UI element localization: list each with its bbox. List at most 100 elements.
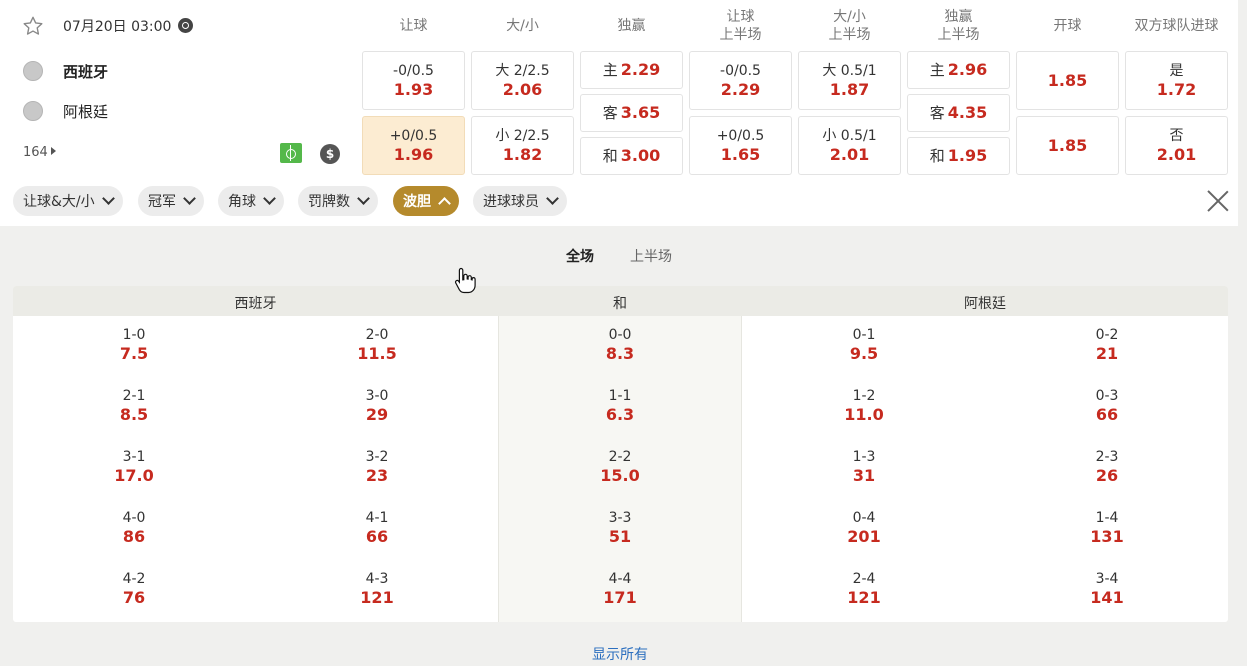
- odds-handicap-home[interactable]: -0/0.5 1.93: [362, 51, 465, 110]
- chevron-down-icon: [546, 192, 559, 205]
- score-label: 1-3: [852, 449, 876, 465]
- score-label: 2-0: [365, 327, 389, 343]
- score-label: 1-4: [1095, 510, 1119, 526]
- odds-fh-total-over[interactable]: 大 0.5/1 1.87: [798, 51, 901, 110]
- odds-moneyline-draw[interactable]: 和 3.00: [580, 137, 683, 175]
- odds-kickoff-away[interactable]: 1.85: [1016, 116, 1119, 175]
- score-cell[interactable]: 3-4 141: [1027, 570, 1187, 608]
- score-cell[interactable]: 2-2 15.0: [540, 448, 700, 486]
- score-label: 1-2: [852, 388, 876, 404]
- score-label: 4-4: [608, 571, 632, 587]
- score-cell[interactable]: 3-3 51: [540, 509, 700, 547]
- score-cell[interactable]: 2-3 26: [1027, 448, 1187, 486]
- score-label: 1-1: [608, 388, 632, 404]
- score-cell[interactable]: 1-2 11.0: [784, 387, 944, 425]
- score-label: 4-0: [122, 510, 146, 526]
- score-cell[interactable]: 0-4 201: [784, 509, 944, 547]
- score-label: 0-0: [608, 327, 632, 343]
- odds-kickoff-home[interactable]: 1.85: [1016, 51, 1119, 110]
- col-header-handicap: 让球: [399, 18, 428, 34]
- filter-champion[interactable]: 冠军: [138, 186, 204, 216]
- score-label: 4-1: [365, 510, 389, 526]
- live-stream-icon[interactable]: [178, 18, 193, 33]
- chevron-down-icon: [357, 192, 370, 205]
- odds-fh-moneyline-draw[interactable]: 和 1.95: [907, 137, 1010, 175]
- favorite-star-icon[interactable]: [22, 15, 44, 37]
- score-odds: 23: [365, 466, 389, 485]
- score-cell[interactable]: 4-1 66: [297, 509, 457, 547]
- score-odds: 11.5: [357, 344, 397, 363]
- filter-handicap-total[interactable]: 让球&大/小: [13, 186, 123, 216]
- score-cell[interactable]: 0-1 9.5: [784, 326, 944, 364]
- score-cell[interactable]: 1-0 7.5: [54, 326, 214, 364]
- score-cell[interactable]: 3-1 17.0: [54, 448, 214, 486]
- cashout-icon[interactable]: $: [320, 144, 340, 164]
- col-header-total-fh: 大/小 上半场: [828, 9, 871, 43]
- score-cell[interactable]: 1-4 131: [1027, 509, 1187, 547]
- odds-btts-yes[interactable]: 是 1.72: [1125, 51, 1228, 110]
- score-cell[interactable]: 4-2 76: [54, 570, 214, 608]
- score-odds: 26: [1095, 466, 1119, 485]
- odds-fh-moneyline-away[interactable]: 客 4.35: [907, 94, 1010, 132]
- score-cell[interactable]: 2-0 11.5: [297, 326, 457, 364]
- score-label: 3-3: [608, 510, 632, 526]
- correct-score-header: 西班牙 和 阿根廷: [13, 286, 1228, 316]
- header-away: 阿根廷: [964, 296, 1006, 312]
- score-cell[interactable]: 0-3 66: [1027, 387, 1187, 425]
- score-cell[interactable]: 2-1 8.5: [54, 387, 214, 425]
- filter-goalscorer[interactable]: 进球球员: [473, 186, 567, 216]
- score-cell[interactable]: 0-2 21: [1027, 326, 1187, 364]
- score-label: 0-1: [852, 327, 876, 343]
- score-label: 4-3: [365, 571, 389, 587]
- score-odds: 171: [603, 588, 637, 607]
- score-cell[interactable]: 4-3 121: [297, 570, 457, 608]
- odds-moneyline-home[interactable]: 主 2.29: [580, 51, 683, 89]
- score-odds: 201: [847, 527, 881, 546]
- filter-corners[interactable]: 角球: [218, 186, 284, 216]
- score-cell[interactable]: 3-2 23: [297, 448, 457, 486]
- score-cell[interactable]: 1-3 31: [784, 448, 944, 486]
- score-label: 3-0: [365, 388, 389, 404]
- score-cell[interactable]: 4-0 86: [54, 509, 214, 547]
- score-odds: 76: [122, 588, 146, 607]
- close-icon[interactable]: [1206, 189, 1230, 213]
- odds-fh-handicap-home[interactable]: -0/0.5 2.29: [689, 51, 792, 110]
- col-header-kickoff: 开球: [1053, 18, 1082, 34]
- odds-total-under[interactable]: 小 2/2.5 1.82: [471, 116, 574, 175]
- score-label: 0-3: [1095, 388, 1119, 404]
- score-cell[interactable]: 3-0 29: [297, 387, 457, 425]
- odds-total-over[interactable]: 大 2/2.5 2.06: [471, 51, 574, 110]
- score-odds: 86: [122, 527, 146, 546]
- odds-moneyline-away[interactable]: 客 3.65: [580, 94, 683, 132]
- col-header-moneyline-fh: 独赢 上半场: [937, 9, 980, 43]
- score-odds: 6.3: [605, 405, 635, 424]
- score-cell[interactable]: 4-4 171: [540, 570, 700, 608]
- filter-cards[interactable]: 罚牌数: [298, 186, 378, 216]
- tab-first-half[interactable]: 上半场: [630, 246, 672, 266]
- more-markets-link[interactable]: 164: [23, 145, 56, 160]
- tab-full-time[interactable]: 全场: [566, 246, 594, 266]
- filter-correct-score[interactable]: 波胆: [393, 186, 459, 216]
- score-odds: 29: [365, 405, 389, 424]
- score-cell[interactable]: 2-4 121: [784, 570, 944, 608]
- odds-btts-no[interactable]: 否 2.01: [1125, 116, 1228, 175]
- odds-fh-handicap-away[interactable]: +0/0.5 1.65: [689, 116, 792, 175]
- market-count: 164: [23, 145, 48, 160]
- show-all-link[interactable]: 显示所有: [0, 644, 1240, 664]
- score-cell[interactable]: 0-0 8.3: [540, 326, 700, 364]
- odds-fh-total-under[interactable]: 小 0.5/1 2.01: [798, 116, 901, 175]
- score-label: 4-2: [122, 571, 146, 587]
- score-odds: 66: [365, 527, 389, 546]
- score-label: 2-4: [852, 571, 876, 587]
- match-panel: 07月20日 03:00 西班牙 阿根廷 164 $ 让球 大/小 独赢 让球上…: [0, 0, 1238, 226]
- score-odds: 21: [1095, 344, 1119, 363]
- score-cell[interactable]: 1-1 6.3: [540, 387, 700, 425]
- pitch-icon[interactable]: [280, 143, 302, 163]
- odds-fh-moneyline-home[interactable]: 主 2.96: [907, 51, 1010, 89]
- score-label: 3-2: [365, 449, 389, 465]
- match-datetime: 07月20日 03:00: [63, 19, 172, 35]
- odds-handicap-away[interactable]: +0/0.5 1.96: [362, 116, 465, 175]
- away-team-name: 阿根廷: [63, 103, 109, 121]
- hand-cursor-icon: [454, 267, 476, 294]
- score-label: 0-2: [1095, 327, 1119, 343]
